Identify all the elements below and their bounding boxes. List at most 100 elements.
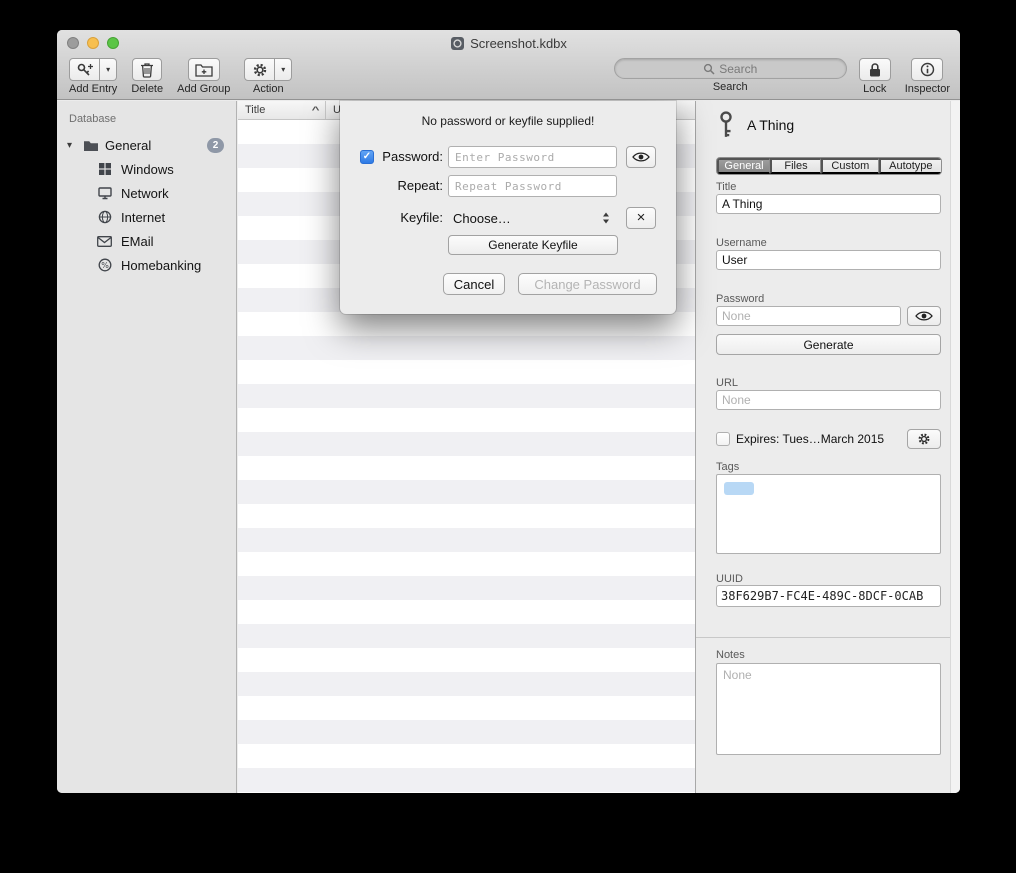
sidebar: Database ▾ General 2 Windows Network xyxy=(57,101,237,793)
delete-button[interactable] xyxy=(132,58,162,81)
trash-icon xyxy=(140,62,154,78)
eye-icon xyxy=(632,151,650,163)
inspector-tabs: General Files Custom Autotype xyxy=(716,157,942,175)
monitor-icon xyxy=(97,186,112,200)
titlebar: Screenshot.kdbx xyxy=(57,30,960,56)
clear-keyfile-button[interactable]: × xyxy=(626,207,656,229)
minimize-button[interactable] xyxy=(87,37,99,49)
toolbar-action: ▾ Action xyxy=(244,58,292,95)
lock-label: Lock xyxy=(863,83,886,95)
action-dropdown-button[interactable]: ▾ xyxy=(275,58,292,81)
tag-chip[interactable] xyxy=(724,482,754,495)
column-title-label: Title xyxy=(245,104,265,116)
expiry-settings-button[interactable] xyxy=(907,429,941,449)
action-button[interactable] xyxy=(244,58,275,81)
chevron-down-icon: ▾ xyxy=(281,65,285,74)
toolbar-add-entry: ▾ Add Entry xyxy=(69,58,117,95)
tab-autotype[interactable]: Autotype xyxy=(879,158,941,174)
window-title-text: Screenshot.kdbx xyxy=(470,36,567,51)
notes-field[interactable] xyxy=(716,663,941,755)
zoom-button[interactable] xyxy=(107,37,119,49)
password-field[interactable] xyxy=(716,306,901,326)
key-icon xyxy=(718,111,734,139)
sort-ascending-icon: ^ xyxy=(311,105,319,115)
entry-header: A Thing xyxy=(718,111,794,139)
sidebar-item-network[interactable]: Network xyxy=(57,181,236,205)
password-field-label: Password xyxy=(716,293,764,305)
disclosure-triangle-icon[interactable]: ▾ xyxy=(67,140,80,151)
info-icon xyxy=(920,62,935,77)
tags-label: Tags xyxy=(716,461,739,473)
sidebar-item-email[interactable]: EMail xyxy=(57,229,236,253)
inspector-button[interactable] xyxy=(911,58,943,81)
gear-icon xyxy=(917,432,931,446)
add-entry-dropdown-button[interactable]: ▾ xyxy=(100,58,117,81)
tab-custom[interactable]: Custom xyxy=(821,158,879,174)
notes-label: Notes xyxy=(716,649,745,661)
reveal-password-button[interactable] xyxy=(907,306,941,326)
generate-keyfile-button[interactable]: Generate Keyfile xyxy=(448,235,618,255)
inspector-scrollbar[interactable] xyxy=(950,101,960,793)
window-header: Screenshot.kdbx ▾ Add Entry xyxy=(57,30,960,100)
envelope-icon xyxy=(97,236,112,247)
toolbar-delete: Delete xyxy=(131,58,163,95)
lock-icon xyxy=(869,62,881,78)
column-header-title[interactable]: Title ^ xyxy=(238,101,326,119)
sidebar-item-homebanking[interactable]: % Homebanking xyxy=(57,253,236,277)
key-plus-icon xyxy=(76,62,94,78)
action-label: Action xyxy=(253,83,284,95)
sidebar-item-general[interactable]: ▾ General 2 xyxy=(57,133,236,157)
password-input[interactable] xyxy=(448,146,617,168)
dialog-keyfile-row: Keyfile: Choose… × xyxy=(340,207,676,229)
tab-files[interactable]: Files xyxy=(770,158,821,174)
repeat-label: Repeat: xyxy=(340,178,443,193)
change-password-dialog: No password or keyfile supplied! ✓ Passw… xyxy=(340,101,676,314)
sidebar-item-label: Internet xyxy=(121,210,165,225)
stepper-icon xyxy=(602,211,610,225)
sidebar-item-windows[interactable]: Windows xyxy=(57,157,236,181)
uuid-field[interactable] xyxy=(716,585,941,607)
generate-password-button[interactable]: Generate xyxy=(716,334,941,355)
close-icon: × xyxy=(637,210,646,225)
add-entry-button[interactable] xyxy=(69,58,100,81)
toolbar-lock: Lock xyxy=(859,58,891,95)
add-group-button[interactable] xyxy=(188,58,220,81)
title-field-label: Title xyxy=(716,181,736,193)
toolbar-inspector: Inspector xyxy=(905,58,950,95)
delete-label: Delete xyxy=(131,83,163,95)
change-password-button[interactable]: Change Password xyxy=(518,273,657,295)
inspector-label: Inspector xyxy=(905,83,950,95)
url-field[interactable] xyxy=(716,390,941,410)
tab-general[interactable]: General xyxy=(717,158,770,174)
sidebar-section-header: Database xyxy=(69,113,236,125)
repeat-password-input[interactable] xyxy=(448,175,617,197)
title-field[interactable] xyxy=(716,194,941,214)
sidebar-item-label: Network xyxy=(121,186,169,201)
username-field[interactable] xyxy=(716,250,941,270)
document-icon xyxy=(450,36,465,51)
toolbar: ▾ Add Entry Delete xyxy=(57,56,960,100)
expires-checkbox[interactable] xyxy=(716,432,730,446)
toolbar-search: Search Search xyxy=(614,58,847,93)
gear-icon xyxy=(252,62,268,78)
search-label: Search xyxy=(713,81,748,93)
dialog-message: No password or keyfile supplied! xyxy=(340,114,676,128)
sidebar-item-label: General xyxy=(105,138,151,153)
sidebar-item-label: Windows xyxy=(121,162,174,177)
search-placeholder: Search xyxy=(719,62,757,76)
sidebar-item-internet[interactable]: Internet xyxy=(57,205,236,229)
inspector-panel: A Thing General Files Custom Autotype Ti… xyxy=(695,101,960,793)
username-field-label: Username xyxy=(716,237,767,249)
lock-button[interactable] xyxy=(859,58,891,81)
globe-icon xyxy=(97,210,112,224)
reveal-password-button[interactable] xyxy=(626,146,656,168)
search-icon xyxy=(703,63,715,75)
cancel-button[interactable]: Cancel xyxy=(443,273,505,295)
uuid-label: UUID xyxy=(716,573,743,585)
add-group-label: Add Group xyxy=(177,83,230,95)
close-button[interactable] xyxy=(67,37,79,49)
tags-box[interactable] xyxy=(716,474,941,554)
traffic-lights xyxy=(67,37,119,49)
keyfile-popup[interactable]: Choose… xyxy=(448,207,618,229)
search-input[interactable]: Search xyxy=(614,58,847,79)
